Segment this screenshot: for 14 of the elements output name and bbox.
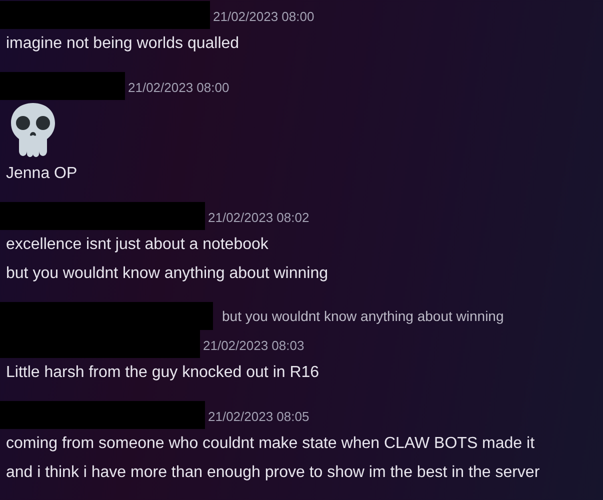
reply-preview: but you wouldnt know anything about winning [222, 308, 504, 324]
message-text: but you wouldnt know anything about winning [5, 264, 329, 284]
message-text: imagine not being worlds qualled [5, 34, 240, 54]
timestamp: 21/02/2023 08:00 [213, 8, 314, 24]
message-text: Jenna OP [5, 164, 78, 184]
message-text: coming from someone who couldnt make state when CLAW BOTS made it [5, 434, 536, 454]
skull-icon [9, 101, 57, 157]
timestamp: 21/02/2023 08:03 [203, 337, 304, 353]
message-text: excellence isnt just about a notebook [5, 235, 270, 255]
timestamp: 21/02/2023 08:02 [208, 209, 310, 225]
timestamp: 21/02/2023 08:00 [128, 79, 230, 95]
timestamp: 21/02/2023 08:05 [208, 408, 310, 424]
message-text: Little harsh from the guy knocked out in R16 [5, 363, 320, 383]
message-text: and i think i have more than enough prove to show im the best in the server [5, 463, 541, 483]
